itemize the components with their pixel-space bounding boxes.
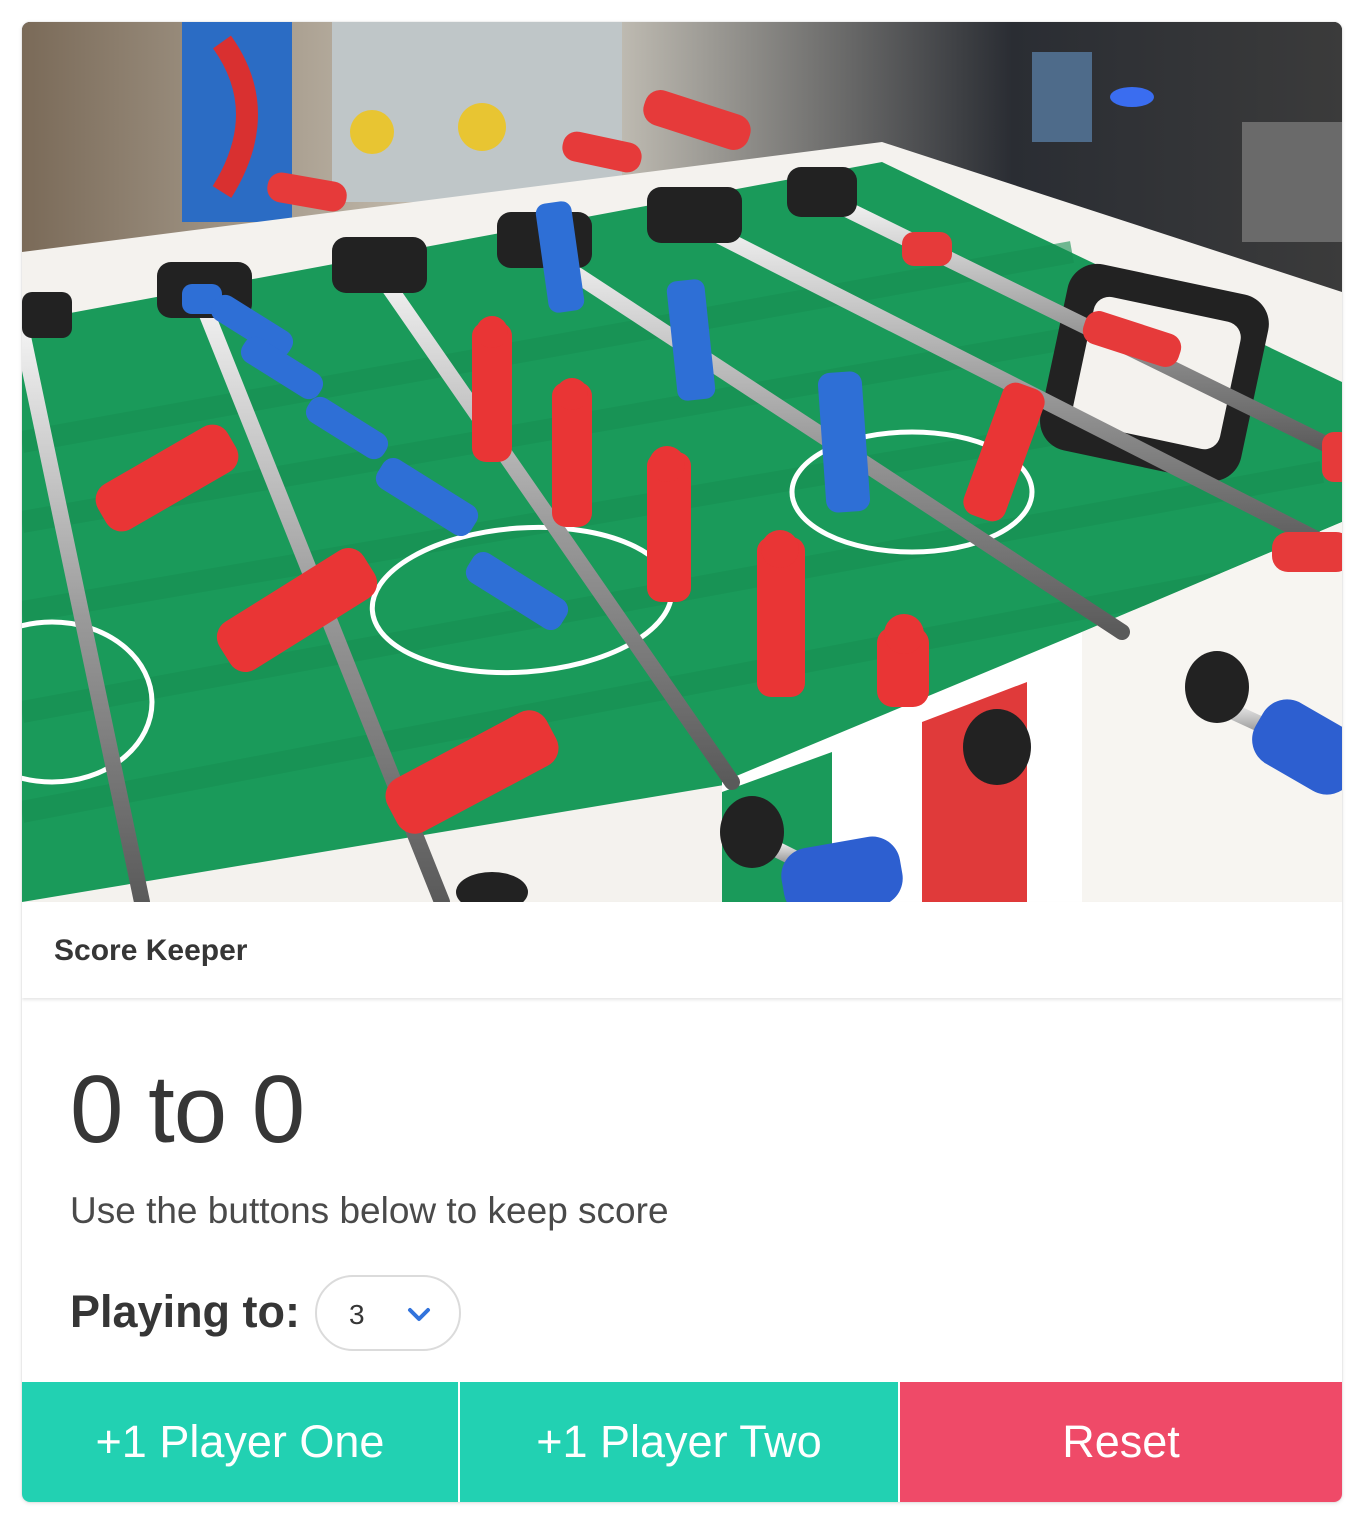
reset-button[interactable]: Reset	[900, 1382, 1342, 1502]
score-keeper-card: Score Keeper 0 to 0 Use the buttons belo…	[22, 22, 1342, 1502]
card-footer: +1 Player One +1 Player Two Reset	[22, 1382, 1342, 1502]
chevron-down-icon	[408, 1308, 430, 1321]
playing-to-select-value: 3	[349, 1299, 365, 1330]
card-header-title: Score Keeper	[54, 934, 248, 967]
player-two-score-button[interactable]: +1 Player Two	[460, 1382, 900, 1502]
score-instructions: Use the buttons below to keep score	[70, 1190, 669, 1231]
card-content: 0 to 0 Use the buttons below to keep sco…	[22, 998, 1342, 1382]
player-one-score-button[interactable]: +1 Player One	[22, 1382, 460, 1502]
foosball-table-image	[22, 22, 1342, 902]
card-header: Score Keeper	[22, 902, 1342, 998]
playing-to-select[interactable]: 3	[315, 1275, 461, 1351]
score-display: 0 to 0	[70, 1056, 305, 1163]
playing-to-label: Playing to:	[70, 1286, 301, 1337]
